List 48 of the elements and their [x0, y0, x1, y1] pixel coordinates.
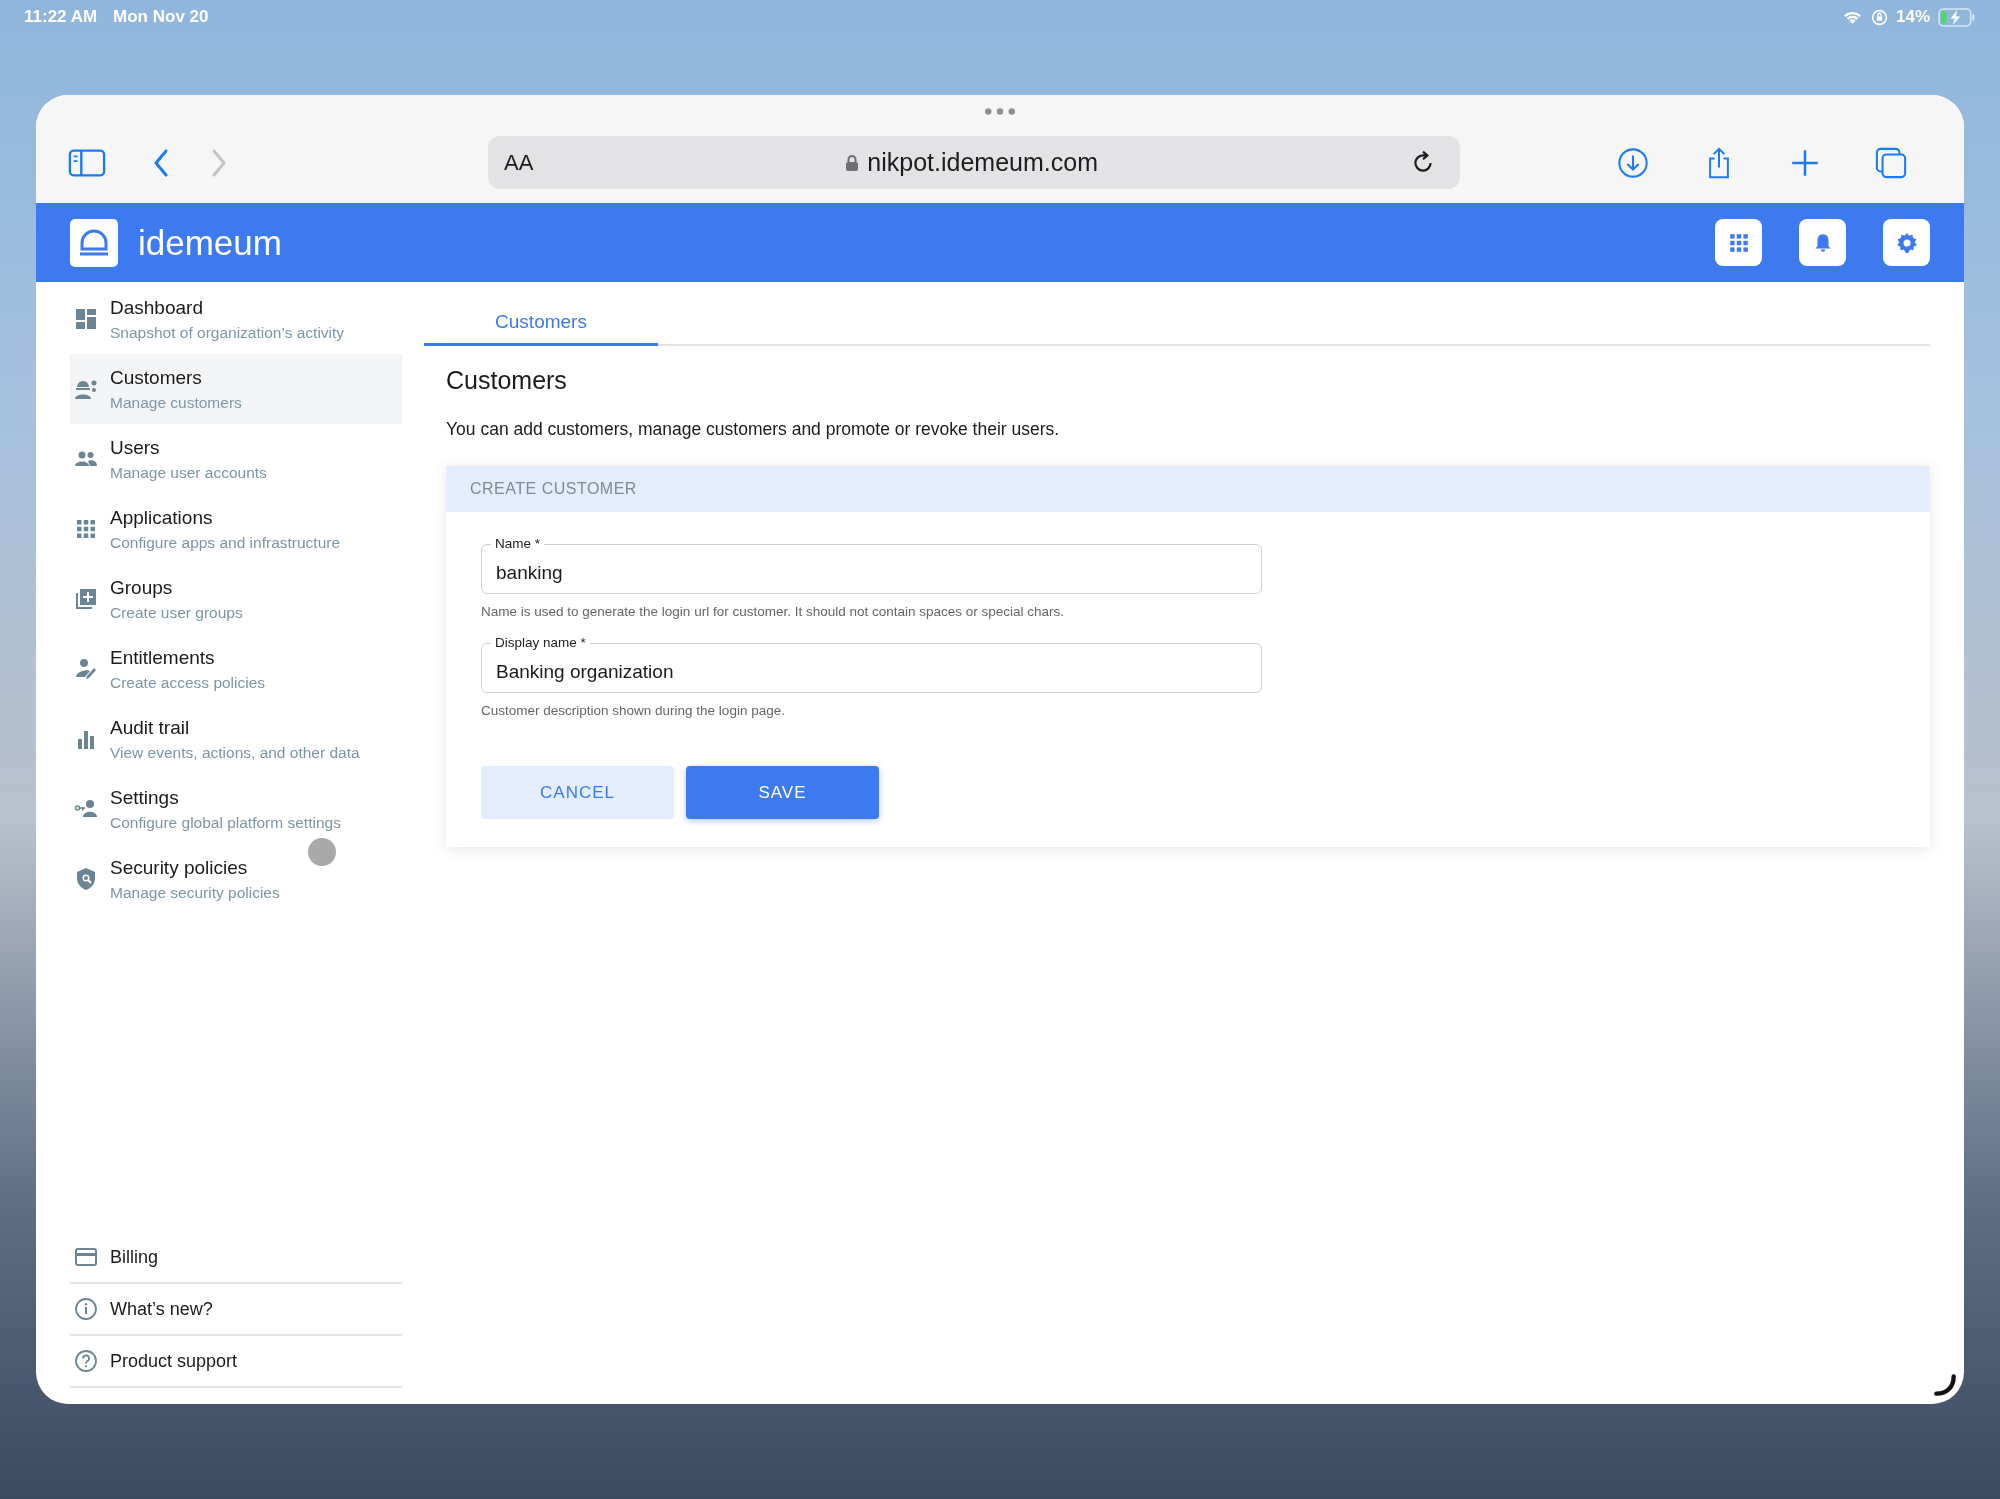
- brand-name: idemeum: [138, 222, 282, 263]
- battery-percentage: 14%: [1895, 7, 1930, 27]
- sidebar-toggle-icon[interactable]: [68, 146, 106, 179]
- touch-indicator: [308, 838, 336, 866]
- page-description: You can add customers, manage customers and promote or revoke their users.: [446, 419, 1061, 440]
- help-icon: [74, 1349, 98, 1373]
- save-button[interactable]: SAVE: [686, 766, 879, 819]
- window-handle-icon[interactable]: [984, 107, 1016, 116]
- padlock-icon: [845, 153, 860, 172]
- credit-card-icon: [74, 1245, 98, 1269]
- sidebar-item[interactable]: Customers Manage customers: [70, 354, 402, 424]
- text-size-button[interactable]: AA: [504, 149, 534, 176]
- battery-charging-icon: [1938, 7, 1976, 27]
- sidebar-item[interactable]: Settings Configure global platform settings: [70, 774, 402, 844]
- sidebar-item[interactable]: Security policies Manage security policies: [70, 844, 402, 914]
- wifi-icon: [1841, 9, 1863, 25]
- sidebar-link[interactable]: What’s new?: [70, 1284, 402, 1336]
- logo-icon: [70, 218, 118, 267]
- sidebar-item[interactable]: Users Manage user accounts: [70, 424, 402, 494]
- settings-button[interactable]: [1883, 219, 1930, 266]
- notifications-button[interactable]: [1799, 219, 1846, 266]
- settings-icon: [1895, 231, 1918, 254]
- sidebar-link[interactable]: Billing: [70, 1232, 402, 1284]
- add-layers-icon: [74, 587, 98, 611]
- info-icon: [74, 1297, 98, 1321]
- apps-grid-button[interactable]: [1715, 219, 1762, 266]
- helper-text: Customer description shown during the login page.: [481, 703, 786, 718]
- rotation-lock-icon: [1870, 8, 1888, 26]
- sidebar-item[interactable]: Groups Create user groups: [70, 564, 402, 634]
- sidebar-item[interactable]: Entitlements Create access policies: [70, 634, 402, 704]
- sidebar-link[interactable]: Product support: [70, 1336, 402, 1388]
- address-bar[interactable]: AA nikpot.idemeum.com: [488, 136, 1460, 189]
- sidebar-item[interactable]: Dashboard Snapshot of organization’s activity: [70, 284, 402, 354]
- helper-text: Name is used to generate the login url for customer. It should not contain spaces or special chars.: [481, 604, 1066, 619]
- card-title: CREATE CUSTOMER: [470, 480, 637, 498]
- grid-icon: [1727, 231, 1750, 254]
- url-text: nikpot.idemeum.com: [867, 148, 1098, 177]
- sidebar-item[interactable]: Audit trail View events, actions, and other data: [70, 704, 402, 774]
- sidebar-item[interactable]: Applications Configure apps and infrastructure: [70, 494, 402, 564]
- person-pencil-icon: [74, 657, 98, 681]
- page-title: Customers: [446, 366, 568, 395]
- shield-search-icon: [74, 867, 98, 891]
- tab[interactable]: Customers: [424, 300, 658, 346]
- dashboard-icon: [74, 307, 98, 331]
- resize-handle-icon[interactable]: [1932, 1372, 1958, 1398]
- status-time: 11:22 AM: [24, 7, 98, 27]
- status-date: Mon Nov 20: [113, 7, 209, 27]
- grid-icon: [74, 517, 98, 541]
